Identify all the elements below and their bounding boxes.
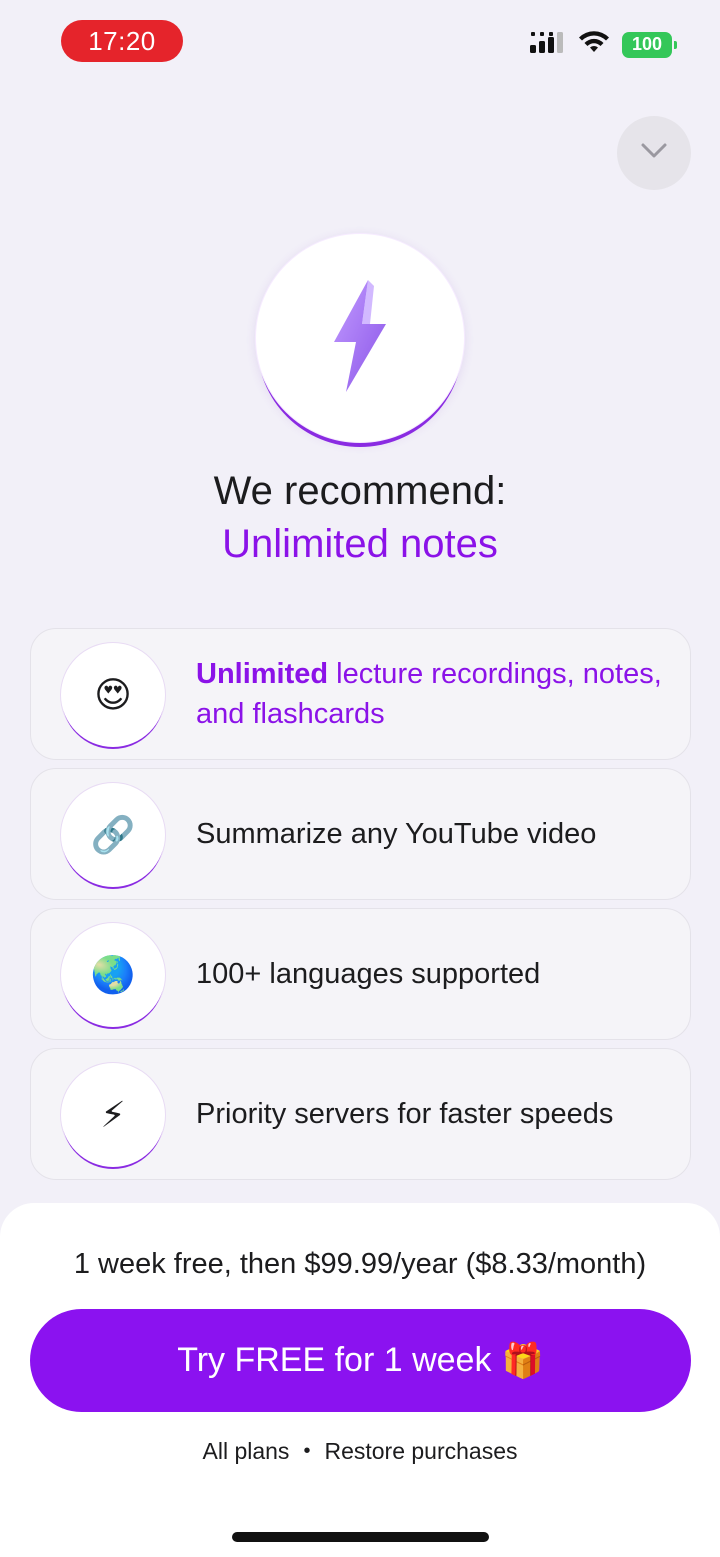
price-line: 1 week free, then $99.99/year ($8.33/mon… (73, 1248, 647, 1280)
feature-text: 100+ languages supported (196, 958, 541, 990)
feature-languages: 🌏 100+ languages supported (30, 908, 691, 1040)
lightning-icon: ⚡ (61, 1063, 165, 1167)
status-time: 17:20 (61, 20, 183, 62)
restore-purchases-link[interactable]: Restore purchases (324, 1438, 517, 1465)
collapse-button[interactable] (617, 116, 691, 190)
feature-highlight: Unlimited (196, 658, 329, 690)
feature-priority: ⚡ Priority servers for faster speeds (30, 1048, 691, 1180)
globe-icon: 🌏 (61, 923, 165, 1027)
headline: We recommend: (213, 469, 507, 513)
feature-text: Priority servers for faster speeds (196, 1098, 614, 1130)
feature-unlimited: 😍 Unlimited lecture recordings, notes, a… (30, 628, 691, 760)
signal-icon (530, 31, 566, 58)
chevron-down-icon (640, 142, 668, 165)
lightning-bolt-icon (320, 276, 400, 401)
separator-dot: • (303, 1440, 311, 1462)
gift-icon: 🎁 (501, 1341, 544, 1380)
try-free-button[interactable]: Try FREE for 1 week 🎁 (30, 1309, 691, 1412)
hero-icon-circle (255, 233, 465, 443)
status-bar: 17:20 100 (0, 0, 720, 84)
feature-text: Unlimited lecture recordings, notes, and… (196, 654, 670, 734)
footer-links: All plans • Restore purchases (0, 1438, 720, 1465)
subheadline: Unlimited notes (222, 522, 498, 566)
cta-label: Try FREE for 1 week (177, 1341, 492, 1379)
home-indicator[interactable] (232, 1532, 489, 1542)
status-icons: 100 (530, 30, 677, 59)
feature-text: Summarize any YouTube video (196, 818, 597, 850)
link-icon: 🔗 (61, 783, 165, 887)
all-plans-link[interactable]: All plans (203, 1438, 290, 1465)
heart-eyes-icon: 😍 (61, 643, 165, 747)
wifi-icon (578, 30, 610, 59)
battery-icon: 100 (622, 31, 677, 58)
feature-youtube: 🔗 Summarize any YouTube video (30, 768, 691, 900)
